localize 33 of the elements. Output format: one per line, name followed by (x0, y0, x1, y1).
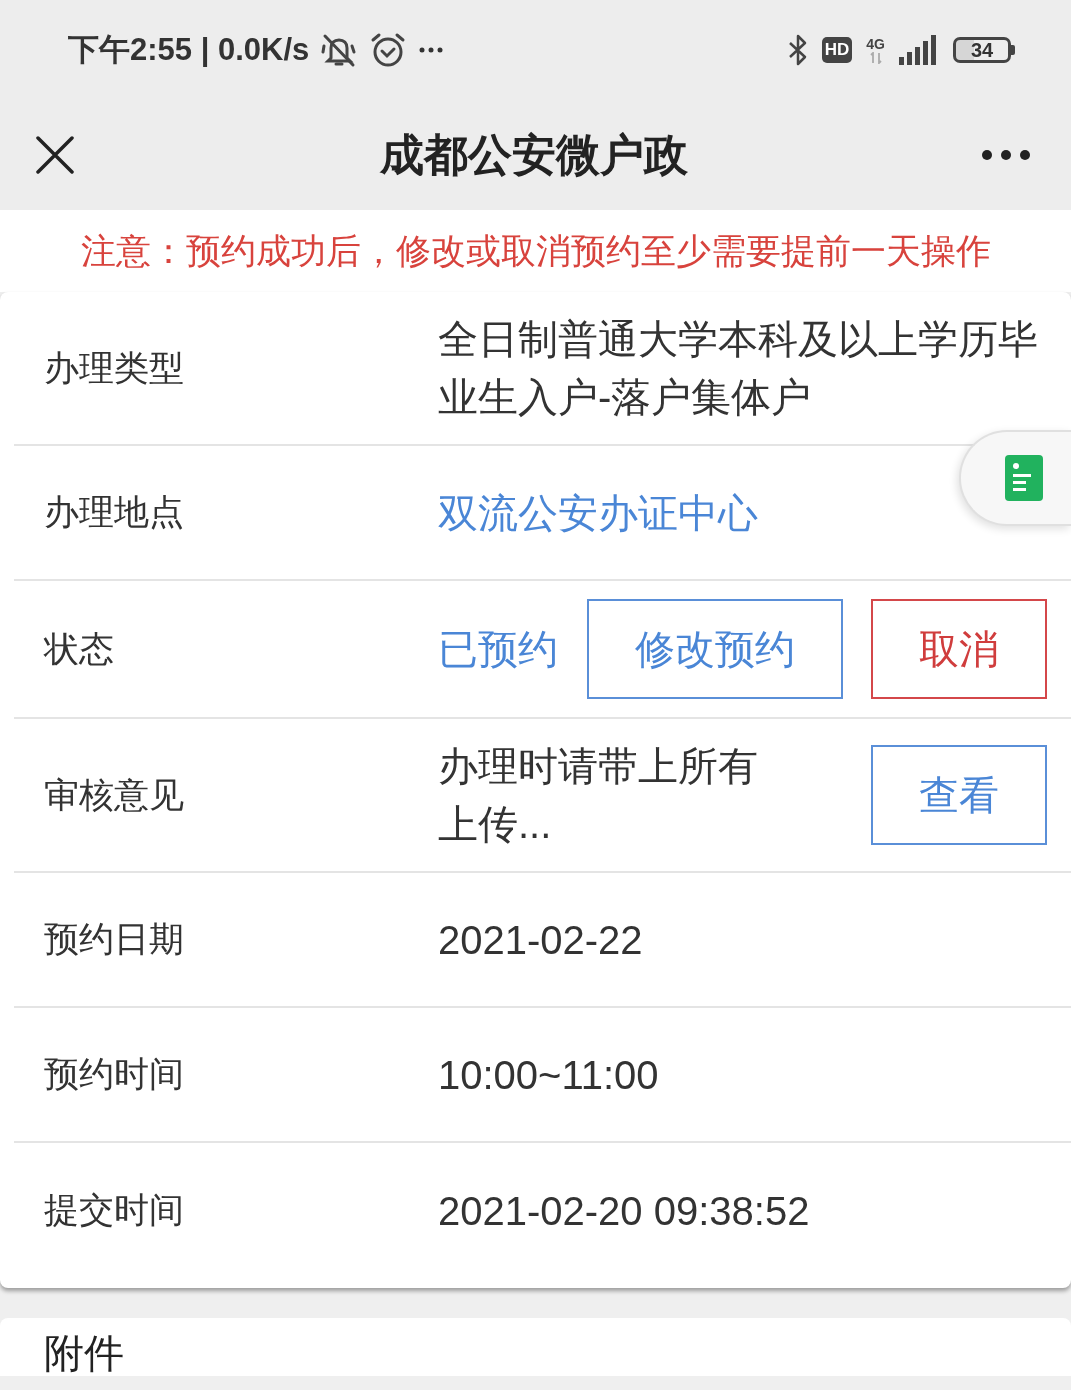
hd-badge: HD (821, 37, 853, 63)
detail-label: 提交时间 (44, 1189, 184, 1231)
detail-label: 预约时间 (44, 1053, 184, 1095)
signal-icon (899, 35, 939, 65)
document-icon (1005, 455, 1043, 501)
detail-label: 状态 (44, 627, 114, 670)
action-button[interactable]: 修改预约 (586, 599, 843, 699)
detail-value: 2021-02-22 (438, 916, 643, 964)
action-button[interactable]: 查看 (871, 745, 1047, 845)
detail-value: 2021-02-20 09:38:52 (438, 1187, 810, 1235)
detail-label: 审核意见 (44, 773, 184, 816)
detail-value: 10:00~11:00 (438, 1051, 659, 1099)
time-and-speed: 下午2:55 | 0.0K/s (68, 31, 310, 69)
bluetooth-icon (787, 33, 808, 67)
more-icon[interactable] (981, 149, 1031, 161)
detail-value: 办理时请带上所有上传... (438, 743, 759, 848)
detail-value: 全日制普通大学本科及以上学历毕业生入户-落户集体户 (438, 316, 1039, 421)
location-link[interactable]: 双流公安办证中心 (438, 483, 758, 542)
notice-text: 注意：预约成功后，修改或取消预约至少需要提前一天操作 (0, 210, 1071, 292)
detail-label: 办理地点 (44, 491, 184, 533)
section-title: 附件 (44, 1330, 125, 1376)
status-text: 已预约 (438, 626, 558, 673)
cancel-button[interactable]: 取消 (871, 599, 1047, 699)
floating-button[interactable] (959, 430, 1071, 526)
detail-label: 预约日期 (44, 918, 184, 960)
bell-off-icon (321, 32, 358, 68)
page-title: 成都公安微户政 (379, 128, 688, 181)
network-type-label: 4G (866, 36, 885, 51)
detail-label: 办理类型 (44, 346, 184, 389)
close-icon[interactable] (36, 136, 74, 174)
battery-indicator: 34 (953, 37, 1015, 63)
data-arrows-icon (869, 51, 882, 64)
dots-icon (419, 47, 444, 53)
